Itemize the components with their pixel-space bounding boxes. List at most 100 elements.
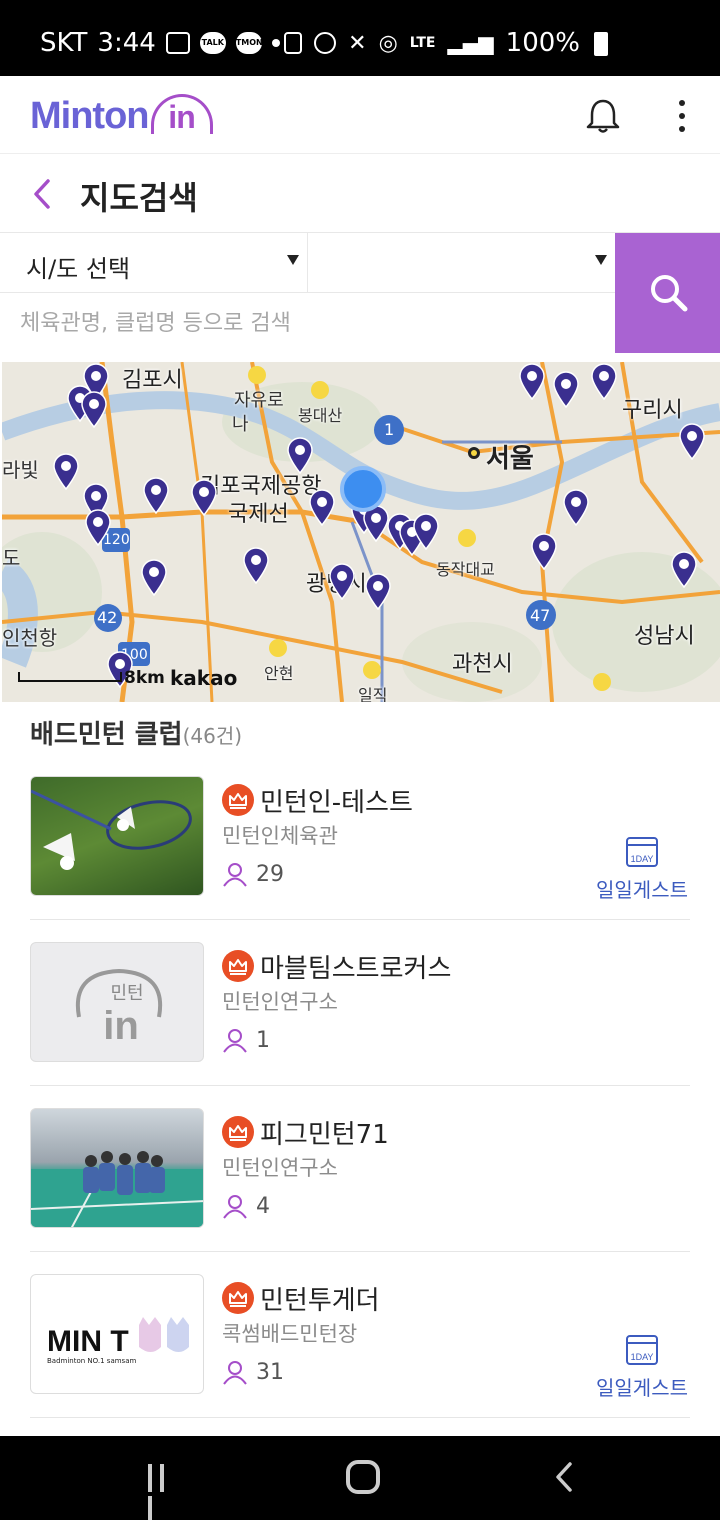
tmon-icon: TMON <box>235 32 263 54</box>
club-venue: 민턴인연구소 <box>222 1156 338 1180</box>
back-icon[interactable] <box>30 177 56 211</box>
club-card[interactable]: 민턴인-테스트 민턴인체육관 29 1DAY 일일게스트 <box>30 776 690 920</box>
club-map-pin-icon[interactable] <box>140 558 168 597</box>
member-count: 4 <box>222 1194 270 1219</box>
network-type: LTE <box>409 35 436 51</box>
map-label: 서울 <box>486 444 534 474</box>
battery-icon <box>594 32 608 56</box>
page-header: 지도검색 <box>0 155 720 233</box>
club-map-pin-icon[interactable] <box>308 488 336 527</box>
club-card[interactable]: 민턴 in 마블팀스트로커스 민턴인연구소 1 <box>30 942 690 1086</box>
map-label: 47 <box>530 606 551 625</box>
region-select[interactable]: 시/도 선택 <box>0 233 308 293</box>
map-label: 과천시 <box>452 652 513 677</box>
club-map-pin-icon[interactable] <box>670 550 698 589</box>
system-back-icon[interactable] <box>552 1460 576 1494</box>
map-label: 안현 <box>264 664 294 683</box>
club-map-pin-icon[interactable] <box>242 546 270 585</box>
club-map-pin-icon[interactable] <box>80 390 108 429</box>
map-view[interactable]: 1 120 42 47 100 김포시 자유로 나 봉대산 서울 구리시 김포국… <box>2 362 720 702</box>
search-field-wrapper <box>0 293 615 353</box>
battery-percent: 100% <box>505 28 580 58</box>
map-label: 구리시 <box>622 398 683 423</box>
calendar-1day-icon: 1DAY <box>626 1335 658 1365</box>
calendar-1day-icon: 1DAY <box>626 837 658 867</box>
member-count-value: 4 <box>256 1194 270 1219</box>
home-icon[interactable] <box>346 1460 380 1494</box>
logo-text: Minton <box>30 95 150 137</box>
club-map-pin-icon[interactable] <box>328 562 356 601</box>
club-card[interactable]: MIN T Badminton NO.1 samsam 민턴투게더 콕썸배드민턴… <box>30 1274 690 1418</box>
hotspot-icon: ◎ <box>378 30 398 56</box>
map-label: 국제선 <box>228 502 289 527</box>
gallery-icon <box>165 32 190 54</box>
district-select[interactable] <box>308 233 615 293</box>
map-label: 42 <box>97 608 118 627</box>
search-input[interactable] <box>0 293 615 353</box>
app-bar: Minton in <box>0 76 720 154</box>
daily-guest-badge[interactable]: 1DAY 일일게스트 <box>594 1332 690 1401</box>
members-icon <box>223 1360 247 1385</box>
daily-guest-badge[interactable]: 1DAY 일일게스트 <box>594 834 690 903</box>
search-button[interactable] <box>615 233 720 353</box>
carrier-label: SKT <box>40 28 88 58</box>
club-map-pin-icon[interactable] <box>84 508 112 547</box>
recycle-icon <box>284 32 303 54</box>
more-notifications-icon <box>271 39 280 47</box>
notification-bell-icon[interactable] <box>586 98 620 134</box>
map-label: 자유로 <box>234 390 284 411</box>
member-count-value: 31 <box>256 1360 284 1385</box>
crown-icon <box>222 1282 254 1314</box>
club-map-pin-icon[interactable] <box>52 452 80 491</box>
map-label: 성남시 <box>634 624 695 649</box>
club-thumbnail <box>30 1108 204 1228</box>
map-label: 나 <box>232 414 249 435</box>
map-label: 라빛 <box>2 458 39 482</box>
club-map-pin-icon[interactable] <box>552 370 580 409</box>
status-bar: SKT 3:44 TALK TMON ✕ ◎ LTE ▂▄▆ 100% <box>0 0 720 76</box>
map-scale-bar <box>18 672 122 682</box>
status-right: ✕ ◎ LTE ▂▄▆ 100% <box>284 28 580 58</box>
alarm-icon <box>314 32 337 54</box>
thumbnail-mint-text: MIN T <box>47 1325 129 1358</box>
member-count: 1 <box>222 1028 270 1053</box>
crown-icon <box>222 950 254 982</box>
page-title: 지도검색 <box>80 179 198 217</box>
club-list-title: 배드민턴 클럽 <box>30 720 183 750</box>
members-icon <box>223 1028 247 1053</box>
club-name: 마블팀스트로커스 <box>260 954 452 984</box>
club-map-pin-icon[interactable] <box>590 362 618 401</box>
club-map-pin-icon[interactable] <box>518 362 546 401</box>
thumbnail-mint-subtext: Badminton NO.1 samsam <box>47 1357 136 1365</box>
crown-icon <box>222 784 254 816</box>
map-label: 김포시 <box>122 368 183 393</box>
recent-apps-icon[interactable] <box>148 1464 178 1520</box>
map-label: 인천항 <box>2 626 58 650</box>
signal-icon: ▂▄▆ <box>447 31 494 55</box>
club-map-pin-icon[interactable] <box>530 532 558 571</box>
club-map-pin-icon[interactable] <box>190 478 218 517</box>
club-name: 민턴투게더 <box>260 1286 380 1316</box>
app-logo[interactable]: Minton in <box>30 94 213 138</box>
club-list-count: (46건) <box>182 724 243 748</box>
map-label: 일직 <box>358 686 388 702</box>
calendar-1day-text: 1DAY <box>631 1352 654 1362</box>
daily-guest-label: 일일게스트 <box>596 1376 688 1400</box>
club-map-pin-icon[interactable] <box>412 512 440 551</box>
club-card[interactable]: 피그민턴71 민턴인연구소 4 <box>30 1108 690 1252</box>
caret-down-icon <box>287 255 299 265</box>
club-map-pin-icon[interactable] <box>678 422 706 461</box>
current-location-marker[interactable] <box>340 466 386 512</box>
logo-suffix: in <box>150 94 213 135</box>
members-icon <box>223 862 247 887</box>
map-label: 동작대교 <box>436 560 495 579</box>
status-left: SKT 3:44 TALK TMON <box>40 28 280 58</box>
more-options-icon[interactable] <box>676 100 688 134</box>
club-map-pin-icon[interactable] <box>364 572 392 611</box>
club-name: 민턴인-테스트 <box>260 788 413 818</box>
map-attribution: kakao <box>170 666 238 690</box>
club-thumbnail <box>30 776 204 896</box>
club-map-pin-icon[interactable] <box>562 488 590 527</box>
club-map-pin-icon[interactable] <box>286 436 314 475</box>
club-map-pin-icon[interactable] <box>142 476 170 515</box>
